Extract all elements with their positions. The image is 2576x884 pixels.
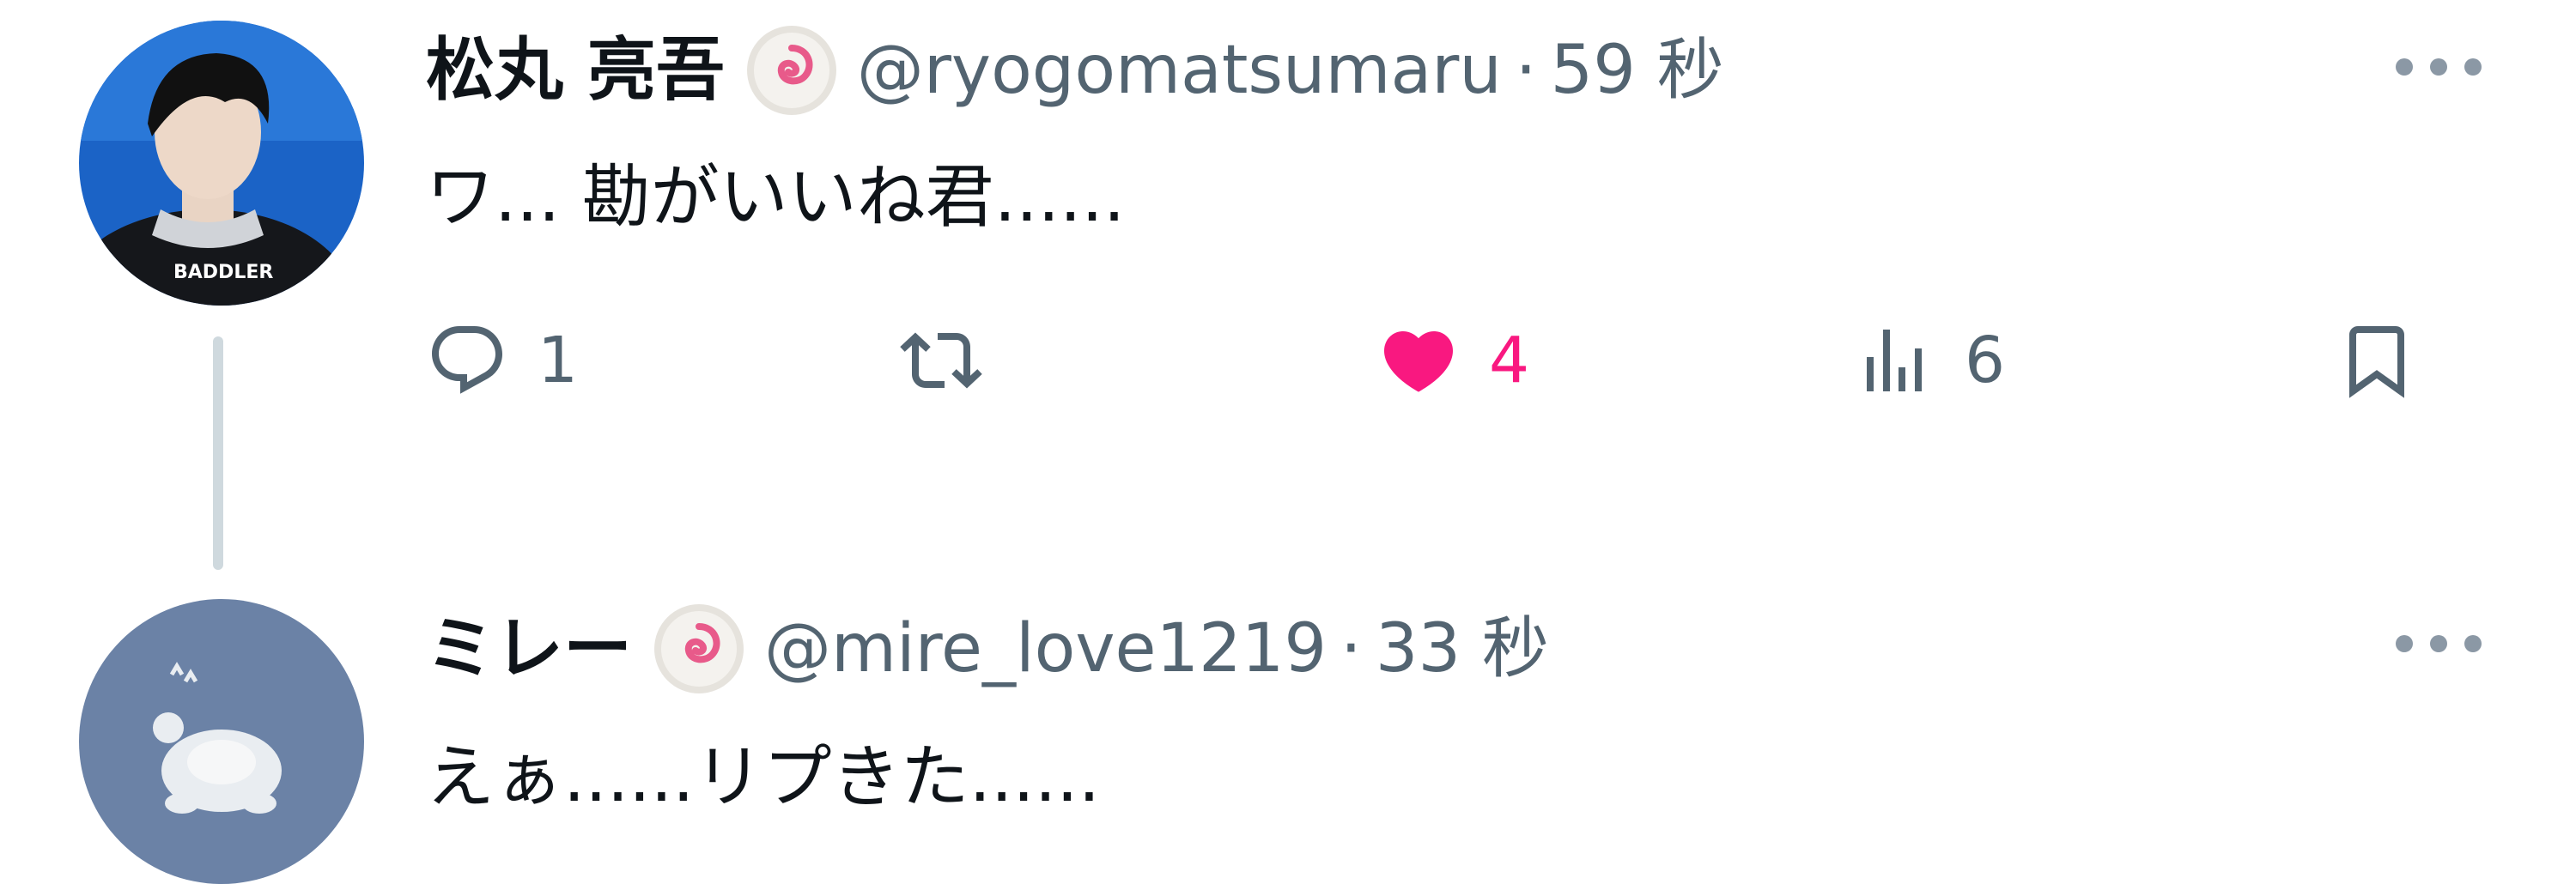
more-options-icon[interactable]: [2387, 627, 2490, 661]
reply-icon: [426, 319, 508, 402]
views-icon: [1853, 319, 1935, 402]
tweet-header: ミレー @mire_love1219 · 33 秒: [426, 597, 1549, 700]
user-handle[interactable]: @ryogomatsumaru: [857, 37, 1502, 104]
reply-button[interactable]: 1: [426, 309, 578, 412]
reply-count: 1: [538, 324, 579, 397]
views-count: 6: [1965, 324, 2006, 397]
tweet-header: 松丸 亮吾 @ryogomatsumaru · 59 秒: [426, 19, 1724, 122]
timestamp[interactable]: 59 秒: [1551, 37, 1724, 104]
avatar[interactable]: BADDLER: [79, 21, 364, 306]
tweet-text: ワ... 勘がいいね君......: [426, 157, 1126, 237]
svg-text:BADDLER: BADDLER: [173, 262, 273, 283]
bookmark-button[interactable]: [2336, 309, 2418, 412]
thread-line: [213, 336, 223, 570]
bookmark-icon: [2336, 319, 2418, 402]
views-button[interactable]: 6: [1853, 309, 2005, 412]
more-options-icon[interactable]: [2387, 50, 2490, 84]
naruto-badge-icon: [744, 22, 840, 118]
naruto-badge-icon: [651, 601, 747, 697]
like-count: 4: [1489, 324, 1530, 397]
display-name[interactable]: 松丸 亮吾: [426, 36, 725, 105]
like-button[interactable]: 4: [1377, 309, 1529, 412]
retweet-button[interactable]: [900, 309, 1012, 412]
tweet-text: えぁ......リプきた......: [426, 737, 1101, 817]
display-name[interactable]: ミレー: [426, 615, 632, 683]
heart-icon: [1377, 319, 1460, 402]
user-handle[interactable]: @mire_love1219: [764, 615, 1327, 682]
avatar[interactable]: [79, 599, 364, 884]
retweet-icon: [900, 319, 982, 402]
separator-dot: ·: [1340, 610, 1362, 687]
timestamp[interactable]: 33 秒: [1376, 615, 1549, 682]
separator-dot: ·: [1515, 32, 1537, 109]
